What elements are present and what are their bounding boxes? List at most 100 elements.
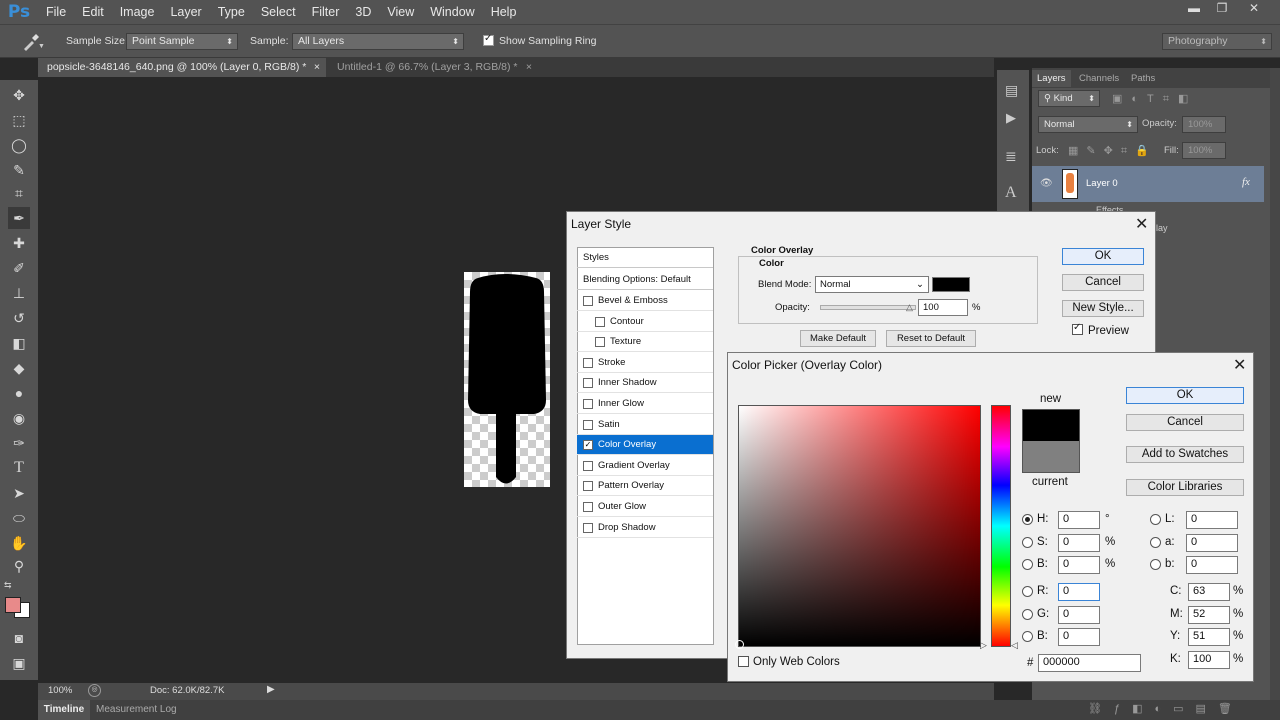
- checkbox-unchecked-icon[interactable]: [583, 481, 593, 492]
- foreground-color-swatch[interactable]: [5, 597, 21, 613]
- style-item-contour[interactable]: Contour: [577, 312, 713, 332]
- eyedropper-tool-icon[interactable]: ✒: [8, 207, 30, 229]
- history-panel-icon[interactable]: ▤: [1005, 82, 1018, 99]
- hsb-s-input[interactable]: 0: [1058, 533, 1100, 552]
- rgb-g-input[interactable]: 0: [1058, 605, 1100, 624]
- opacity-input[interactable]: 100: [918, 299, 968, 316]
- quick-select-tool-icon[interactable]: ✎: [8, 159, 30, 181]
- character-panel-icon[interactable]: A: [1005, 184, 1017, 202]
- radio-rgb-1[interactable]: [1022, 608, 1033, 620]
- menu-edit[interactable]: Edit: [74, 0, 112, 24]
- document-canvas[interactable]: [464, 272, 550, 487]
- path-select-icon[interactable]: ➤: [8, 482, 30, 504]
- overlay-color-swatch[interactable]: [932, 277, 970, 292]
- checkbox-unchecked-icon[interactable]: [583, 522, 593, 533]
- menu-help[interactable]: Help: [483, 0, 525, 24]
- brush-tool-icon[interactable]: ✐: [8, 257, 30, 279]
- radio-hsb-1[interactable]: [1022, 536, 1033, 548]
- add-to-swatches-button[interactable]: Add to Swatches: [1126, 446, 1244, 463]
- lasso-tool-icon[interactable]: ◯: [8, 134, 30, 156]
- tab-channels[interactable]: Channels: [1074, 70, 1124, 87]
- style-item-pattern-overlay[interactable]: Pattern Overlay: [577, 476, 713, 497]
- swap-colors-icon[interactable]: ⇆: [4, 580, 12, 591]
- checkbox-unchecked-icon[interactable]: [583, 296, 593, 306]
- sampling-ring-checkbox[interactable]: [483, 33, 494, 49]
- layer-row-layer0[interactable]: 👁 Layer 0 fx: [1032, 166, 1264, 202]
- style-item-stroke[interactable]: Stroke: [577, 353, 713, 373]
- crop-tool-icon[interactable]: ⌗: [8, 182, 30, 204]
- rgb-r-input[interactable]: 0: [1058, 583, 1100, 601]
- make-default-button[interactable]: Make Default: [800, 330, 876, 347]
- paint-bucket-icon[interactable]: ◆: [8, 357, 30, 379]
- tab-popsicle[interactable]: popsicle-3648146_640.png @ 100% (Layer 0…: [38, 58, 326, 77]
- move-tool-icon[interactable]: ✥: [8, 84, 30, 106]
- cmyk-m-input[interactable]: 52: [1188, 605, 1230, 624]
- cmyk-y-input[interactable]: 51: [1188, 628, 1230, 646]
- sample-size-select[interactable]: Point Sample ⬍: [126, 33, 238, 50]
- cmyk-k-input[interactable]: 100: [1188, 650, 1230, 669]
- blend-mode-select[interactable]: Normal ⬍: [1038, 116, 1138, 133]
- color-field-cursor[interactable]: [735, 640, 744, 649]
- style-item-bevel-emboss[interactable]: Bevel & Emboss: [577, 291, 713, 311]
- quick-mask-icon[interactable]: ◙: [8, 627, 30, 649]
- style-item-color-overlay[interactable]: ✓ Color Overlay: [577, 435, 713, 456]
- style-item-satin[interactable]: Satin: [577, 415, 713, 435]
- pen-tool-icon[interactable]: ✑: [8, 432, 30, 454]
- healing-tool-icon[interactable]: ✚: [8, 232, 30, 254]
- type-tool-icon[interactable]: T: [8, 457, 30, 479]
- menu-filter[interactable]: Filter: [304, 0, 348, 24]
- saturation-brightness-field[interactable]: [738, 405, 981, 647]
- panel-scrollbar[interactable]: [1270, 68, 1280, 700]
- tab-close-icon[interactable]: ×: [526, 58, 532, 77]
- fx-badge[interactable]: fx: [1242, 176, 1250, 188]
- close-icon[interactable]: ✕: [1135, 214, 1148, 234]
- reset-default-button[interactable]: Reset to Default: [886, 330, 976, 347]
- tab-paths[interactable]: Paths: [1126, 70, 1160, 87]
- only-web-colors-checkbox[interactable]: [738, 656, 749, 670]
- checkbox-unchecked-icon[interactable]: [583, 378, 593, 389]
- style-item-inner-shadow[interactable]: Inner Shadow: [577, 373, 713, 394]
- color-picker-ok-button[interactable]: OK: [1126, 387, 1244, 404]
- filter-type-icons[interactable]: ▣◐T⌗◧: [1112, 92, 1197, 106]
- radio-hsb-2[interactable]: [1022, 559, 1033, 570]
- visibility-eye-icon[interactable]: 👁: [1040, 178, 1053, 189]
- checkbox-unchecked-icon[interactable]: [583, 357, 593, 368]
- opacity-slider-track[interactable]: [820, 305, 916, 310]
- ellipse-tool-icon[interactable]: ⬭: [8, 507, 30, 529]
- menu-select[interactable]: Select: [253, 0, 304, 24]
- radio-lab-2[interactable]: [1150, 559, 1161, 570]
- marquee-tool-icon[interactable]: ⬚: [8, 109, 30, 131]
- actions-panel-icon[interactable]: ▶: [1006, 110, 1016, 126]
- workspace-select[interactable]: Photography ⬍: [1162, 33, 1272, 50]
- status-info-icon[interactable]: ◎: [88, 684, 101, 697]
- sample-select[interactable]: All Layers ⬍: [292, 33, 464, 50]
- radio-lab-0[interactable]: [1150, 514, 1161, 525]
- blend-mode-dropdown[interactable]: Normal ⌄: [815, 276, 929, 293]
- tab-close-icon[interactable]: ×: [314, 58, 320, 77]
- radio-lab-1[interactable]: [1150, 536, 1161, 548]
- rgb-b-input[interactable]: 0: [1058, 628, 1100, 646]
- styles-header[interactable]: Styles: [577, 248, 713, 268]
- eyedropper-icon[interactable]: ▼: [20, 32, 45, 52]
- radio-rgb-0[interactable]: [1022, 586, 1033, 597]
- opacity-slider-handle-icon[interactable]: △: [906, 302, 913, 313]
- color-libraries-button[interactable]: Color Libraries: [1126, 479, 1244, 496]
- checkbox-unchecked-icon[interactable]: [583, 502, 593, 512]
- tab-timeline[interactable]: Timeline: [38, 700, 90, 720]
- fill-input[interactable]: 100%: [1182, 142, 1226, 159]
- hue-slider-left-handle-icon[interactable]: ▷: [980, 640, 987, 651]
- preview-checkbox[interactable]: [1072, 322, 1083, 338]
- lab-b-input[interactable]: 0: [1186, 556, 1238, 574]
- style-item-drop-shadow[interactable]: Drop Shadow: [577, 518, 713, 538]
- close-icon[interactable]: ✕: [1233, 355, 1246, 375]
- lab-l-input[interactable]: 0: [1186, 511, 1238, 529]
- hsb-b-input[interactable]: 0: [1058, 556, 1100, 574]
- cmyk-c-input[interactable]: 63: [1188, 583, 1230, 601]
- checkbox-unchecked-icon[interactable]: [583, 460, 593, 471]
- menu-layer[interactable]: Layer: [162, 0, 209, 24]
- hex-input[interactable]: 000000: [1038, 654, 1141, 672]
- paragraph-panel-icon[interactable]: ≣: [1005, 148, 1017, 165]
- restore-button[interactable]: ❐: [1208, 0, 1236, 18]
- menu-view[interactable]: View: [379, 0, 422, 24]
- menu-type[interactable]: Type: [210, 0, 253, 24]
